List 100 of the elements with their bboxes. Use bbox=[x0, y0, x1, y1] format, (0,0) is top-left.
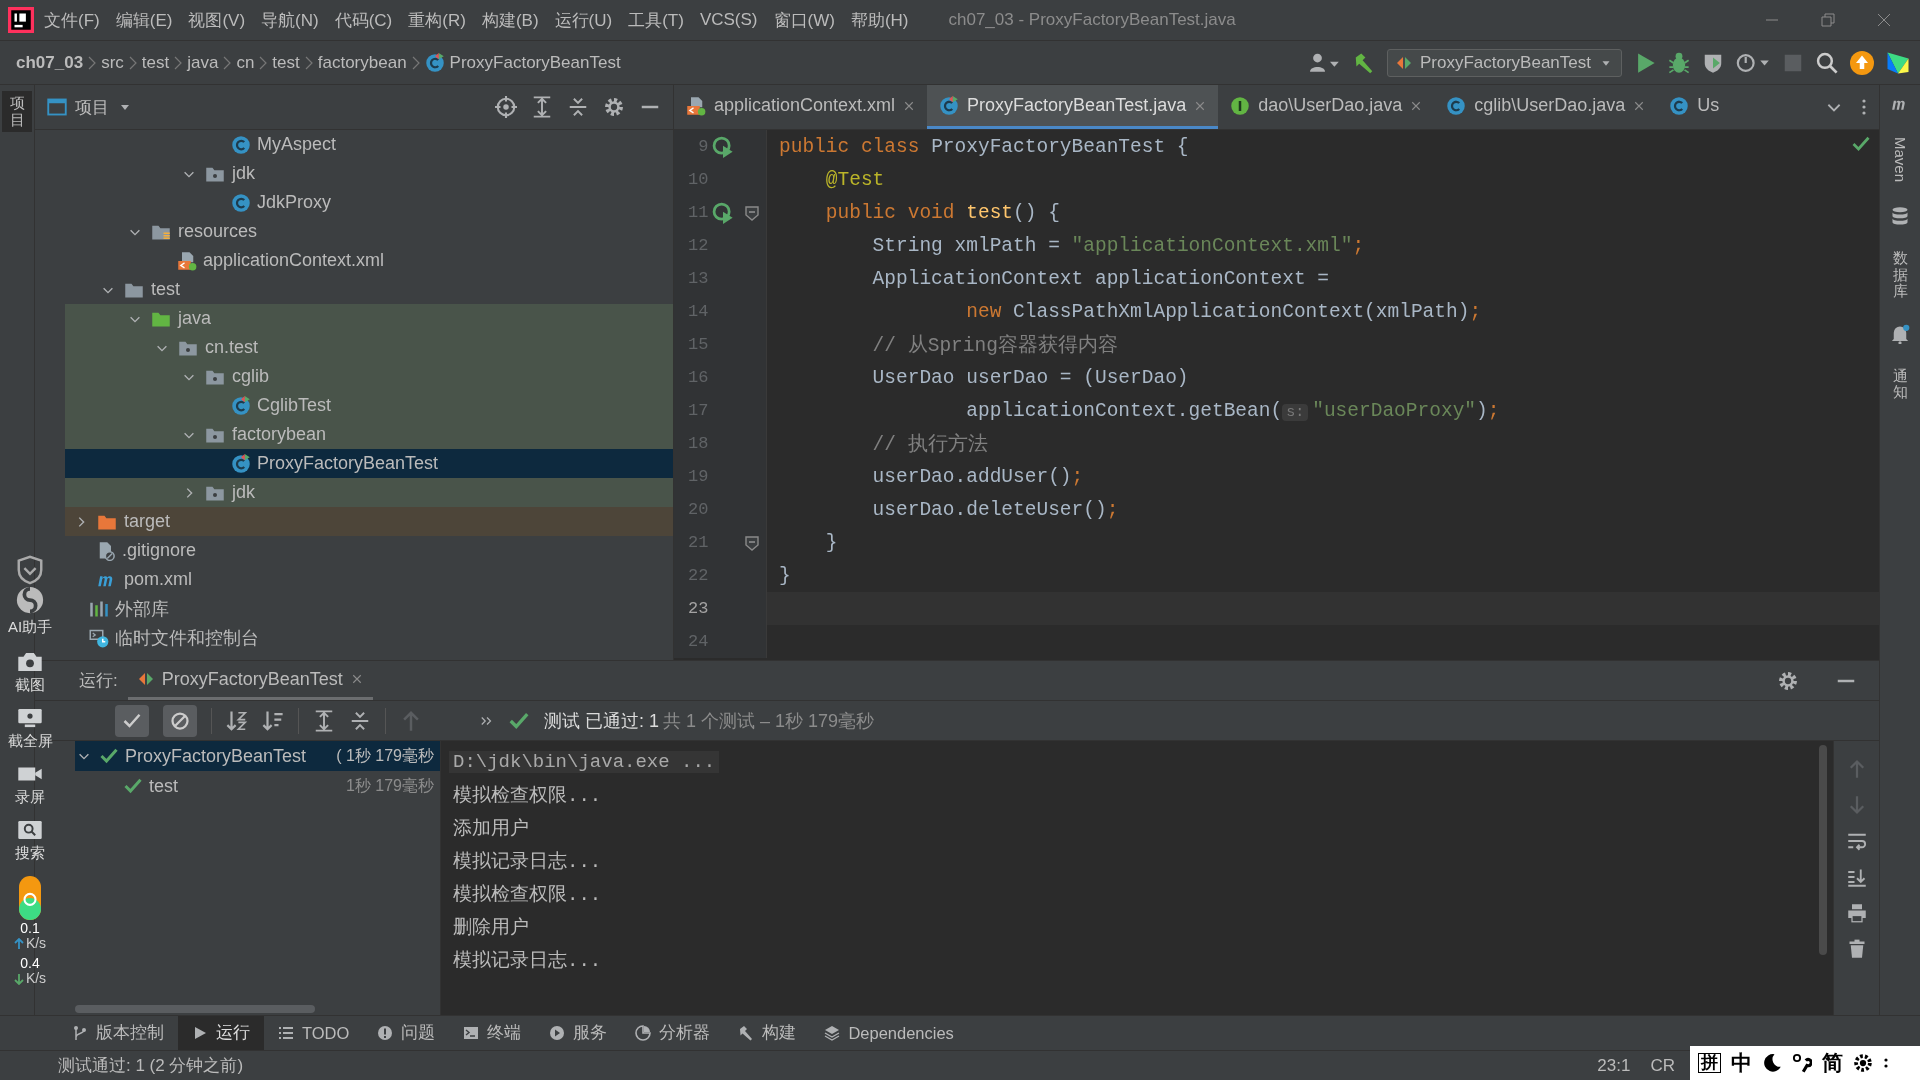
ai-assistant-label[interactable]: AI助手 bbox=[7, 618, 53, 637]
tool-window-tab[interactable]: 问题 bbox=[363, 1016, 450, 1050]
punctuation-icon[interactable] bbox=[1792, 1053, 1812, 1073]
tree-item[interactable]: CglibTest bbox=[65, 391, 673, 420]
breadcrumb[interactable]: cn bbox=[236, 52, 255, 73]
close-icon[interactable] bbox=[1876, 12, 1892, 28]
tool-window-tab[interactable]: 分析器 bbox=[621, 1016, 725, 1050]
scroll-to-end-icon[interactable] bbox=[1846, 867, 1867, 887]
panel-title[interactable]: 项目 bbox=[75, 95, 109, 119]
run-config-dropdown[interactable]: ProxyFactoryBeanTest bbox=[1387, 48, 1622, 77]
shield-icon[interactable] bbox=[15, 555, 45, 585]
editor-tab[interactable]: dao\UserDao.java bbox=[1218, 85, 1435, 129]
fold-icon[interactable] bbox=[743, 204, 760, 221]
editor-tab[interactable]: ProxyFactoryBeanTest.java bbox=[927, 85, 1219, 129]
scrollbar[interactable] bbox=[75, 1005, 315, 1013]
breadcrumb[interactable]: java bbox=[187, 52, 219, 73]
test-item[interactable]: test 1秒 179毫秒 bbox=[75, 771, 440, 801]
tool-window-tab[interactable]: 运行 bbox=[178, 1016, 264, 1050]
line-separator[interactable]: CR bbox=[1650, 1055, 1675, 1076]
printer-icon[interactable] bbox=[1846, 903, 1867, 923]
side-tool-tab[interactable]: 通知 bbox=[1892, 367, 1908, 401]
menu-item[interactable]: 帮助(H) bbox=[844, 4, 915, 36]
menu-item[interactable]: 重构(R) bbox=[402, 4, 472, 36]
run-tab[interactable]: ProxyFactoryBeanTest bbox=[127, 661, 373, 700]
menu-item[interactable]: 构建(B) bbox=[475, 4, 545, 36]
close-icon[interactable] bbox=[1410, 99, 1423, 112]
run-test-icon[interactable] bbox=[711, 201, 734, 224]
tree-item[interactable]: jdk bbox=[65, 159, 673, 188]
hammer-icon[interactable] bbox=[1353, 51, 1375, 74]
target-icon[interactable] bbox=[495, 96, 517, 118]
breadcrumb[interactable]: test bbox=[141, 52, 170, 73]
expand-all-icon[interactable] bbox=[531, 96, 553, 118]
tree-item[interactable]: .gitignore bbox=[65, 536, 673, 565]
editor-tab[interactable]: applicationContext.xml bbox=[674, 85, 928, 129]
tree-item[interactable]: applicationContext.xml bbox=[65, 246, 673, 275]
collapse-all-icon[interactable] bbox=[567, 96, 589, 118]
side-tool-tab[interactable]: 数据库 bbox=[1892, 250, 1908, 300]
project-tool-tab[interactable]: 项目 bbox=[2, 91, 32, 132]
breadcrumb[interactable]: ProxyFactoryBeanTest bbox=[449, 52, 621, 73]
ime-mode[interactable]: 拼 bbox=[1698, 1052, 1721, 1074]
breadcrumb[interactable]: test bbox=[272, 52, 300, 73]
database-icon[interactable] bbox=[1890, 206, 1910, 227]
fold-icon[interactable] bbox=[743, 534, 760, 551]
side-tool-tab[interactable]: Maven bbox=[1891, 137, 1909, 183]
close-icon[interactable] bbox=[1633, 99, 1646, 112]
profiler-icon[interactable] bbox=[1736, 51, 1770, 74]
soft-wrap-icon[interactable] bbox=[1846, 831, 1867, 851]
tree-item[interactable]: 临时文件和控制台 bbox=[65, 623, 673, 652]
tree-item[interactable]: test bbox=[65, 275, 673, 304]
tree-item[interactable]: ProxyFactoryBeanTest bbox=[65, 449, 673, 478]
bell-icon[interactable] bbox=[1890, 323, 1910, 344]
test-item[interactable]: ProxyFactoryBeanTest ( 1秒 179毫秒 bbox=[75, 741, 440, 771]
tool-window-tab[interactable]: 版本控制 bbox=[58, 1016, 178, 1050]
sort-alpha-icon[interactable] bbox=[226, 709, 248, 732]
search-icon[interactable] bbox=[1816, 51, 1838, 74]
update-icon[interactable] bbox=[1850, 50, 1874, 75]
tree-item[interactable]: java bbox=[65, 304, 673, 333]
ime-script[interactable]: 简 bbox=[1822, 1049, 1843, 1077]
breadcrumb[interactable]: factorybean bbox=[317, 52, 407, 73]
settings-icon[interactable] bbox=[1853, 1053, 1873, 1073]
breadcrumb[interactable]: src bbox=[101, 52, 124, 73]
tool-label[interactable]: 截图 bbox=[15, 676, 45, 695]
menu-item[interactable]: 编辑(E) bbox=[109, 4, 179, 36]
run-test-icon[interactable] bbox=[711, 135, 734, 158]
tool-window-tab[interactable]: 服务 bbox=[535, 1016, 622, 1050]
tree-item[interactable]: 外部库 bbox=[65, 594, 673, 623]
tree-item[interactable]: pom.xml bbox=[65, 565, 673, 594]
menu-item[interactable]: 运行(U) bbox=[548, 4, 619, 36]
menu-item[interactable]: VCS(S) bbox=[693, 6, 764, 34]
tool-window-tab[interactable]: 终端 bbox=[449, 1016, 536, 1050]
tool-window-tab[interactable]: 构建 bbox=[724, 1016, 811, 1050]
cursor-position[interactable]: 23:1 bbox=[1597, 1055, 1631, 1076]
search-icon[interactable] bbox=[17, 819, 43, 841]
ime-language[interactable]: 中 bbox=[1731, 1049, 1752, 1077]
menu-item[interactable]: 导航(N) bbox=[255, 4, 325, 36]
editor-tab[interactable]: cglib\UserDao.java bbox=[1434, 85, 1658, 129]
tree-item[interactable]: jdk bbox=[65, 478, 673, 507]
bug-icon[interactable] bbox=[1668, 51, 1690, 74]
tree-item[interactable]: cglib bbox=[65, 362, 673, 391]
tree-item[interactable]: factorybean bbox=[65, 420, 673, 449]
scrollbar[interactable] bbox=[1819, 745, 1827, 955]
menu-item[interactable]: 代码(C) bbox=[328, 4, 399, 36]
tool-window-tab[interactable]: Dependencies bbox=[810, 1016, 968, 1050]
monitor-icon[interactable] bbox=[17, 707, 43, 729]
close-icon[interactable] bbox=[903, 99, 916, 112]
tool-window-tab[interactable]: TODO bbox=[264, 1016, 364, 1050]
show-passed-toggle[interactable] bbox=[115, 704, 149, 737]
editor-tab[interactable]: Us bbox=[1657, 85, 1732, 129]
ai-assistant-icon[interactable] bbox=[15, 585, 45, 615]
restore-icon[interactable] bbox=[1820, 12, 1836, 28]
close-icon[interactable] bbox=[350, 673, 363, 685]
app-pill-icon[interactable] bbox=[19, 875, 41, 921]
show-ignored-toggle[interactable] bbox=[163, 704, 197, 737]
menu-item[interactable]: 工具(T) bbox=[622, 4, 690, 36]
tree-item[interactable]: resources bbox=[65, 217, 673, 246]
camera-icon[interactable] bbox=[17, 651, 43, 673]
menu-item[interactable]: 窗口(W) bbox=[767, 4, 841, 36]
user-icon[interactable] bbox=[1309, 52, 1341, 73]
tree-item[interactable]: MyAspect bbox=[65, 130, 673, 159]
menu-item[interactable]: 文件(F) bbox=[38, 4, 106, 36]
